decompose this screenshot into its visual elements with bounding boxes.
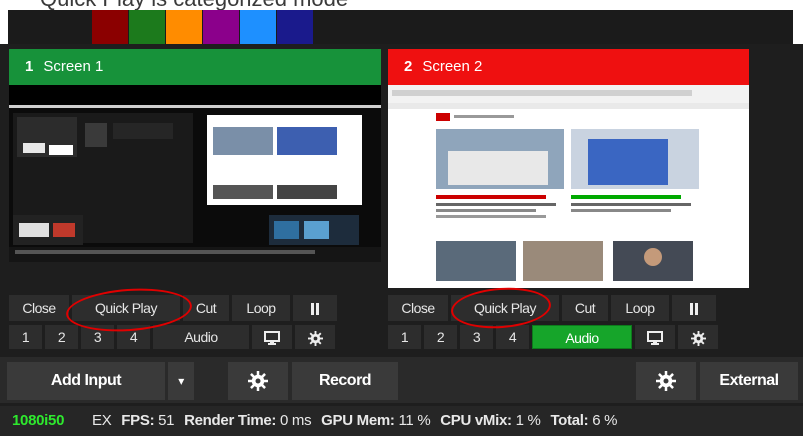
pause-icon [690,303,693,316]
screen-2-header[interactable]: 2 Screen 2 [388,49,749,85]
screen-2-monitor-button[interactable] [635,325,675,349]
screen-1-audio-button[interactable]: Audio [153,325,249,349]
gpu-mem-label: GPU Mem: [321,412,395,429]
screen-2-pause-button[interactable] [672,295,716,321]
screen-1-preview-image [9,85,381,262]
screen-2-channel-3[interactable]: 3 [460,325,493,349]
screen-1-monitor-button[interactable] [252,325,292,349]
swatch-orange[interactable] [166,10,202,44]
pause-icon [311,303,314,316]
screen-2-loop-button[interactable]: Loop [611,295,669,321]
screen-1-channel-2[interactable]: 2 [45,325,78,349]
gear-icon [690,330,706,346]
screen-2-cut-button[interactable]: Cut [562,295,608,321]
external-settings-button[interactable] [636,362,696,400]
add-input-button[interactable]: Add Input [7,362,165,400]
screen-1-settings-button[interactable] [295,325,335,349]
swatch-green[interactable] [129,10,165,44]
render-time-value: 0 ms [279,412,312,429]
screen-1-pause-button[interactable] [293,295,337,321]
gear-icon [307,330,323,346]
screen-1-loop-button[interactable]: Loop [232,295,290,321]
screen-2-number: 2 [404,58,413,75]
total-label: Total: [550,412,589,429]
add-input-dropdown-button[interactable]: ▾ [168,362,194,400]
monitor-icon [647,331,663,346]
screen-2-channel-2[interactable]: 2 [424,325,457,349]
screen-2-close-button[interactable]: Close [388,295,448,321]
swatch-navy[interactable] [277,10,313,44]
screen-1-close-button[interactable]: Close [9,295,69,321]
swatch-red[interactable] [92,10,128,44]
swatch-purple[interactable] [203,10,239,44]
fps-label: FPS: [121,412,155,429]
render-time-label: Render Time: [184,412,277,429]
screen-1-preview[interactable] [9,85,381,262]
gear-icon [656,370,676,391]
total-value: 6 % [592,412,618,429]
cpu-vmix-value: 1 % [515,412,541,429]
monitor-icon [264,331,280,346]
screen-1-header[interactable]: 1 Screen 1 [9,49,381,85]
settings-button[interactable] [228,362,288,400]
screen-1-title: Screen 1 [43,58,104,75]
screen-2-preview-image [388,85,749,281]
screen-1-number: 1 [25,58,34,75]
fps-value: 51 [158,412,175,429]
ex-indicator: EX [92,412,112,429]
vmix-app: 1 Screen 1 Close Quick Play Cut Loop 1 2… [0,44,803,436]
screen-2-channel-1[interactable]: 1 [388,325,421,349]
cpu-vmix-label: CPU vMix: [440,412,512,429]
screen-2-audio-button[interactable]: Audio [532,325,632,349]
screen-2-settings-button[interactable] [678,325,718,349]
status-bar: 1080i50 EX FPS: 51 Render Time: 0 ms GPU… [0,406,803,436]
screen-1-channel-1[interactable]: 1 [9,325,42,349]
gear-icon [248,370,268,391]
external-button[interactable]: External [700,362,798,400]
record-button[interactable]: Record [292,362,398,400]
swatch-blue[interactable] [240,10,276,44]
screen-2-channel-4[interactable]: 4 [496,325,529,349]
gpu-mem-value: 11 % [398,412,431,429]
screen-2-preview[interactable] [388,85,749,288]
screen-2-title: Screen 2 [422,58,483,75]
resolution-indicator[interactable]: 1080i50 [12,412,64,429]
